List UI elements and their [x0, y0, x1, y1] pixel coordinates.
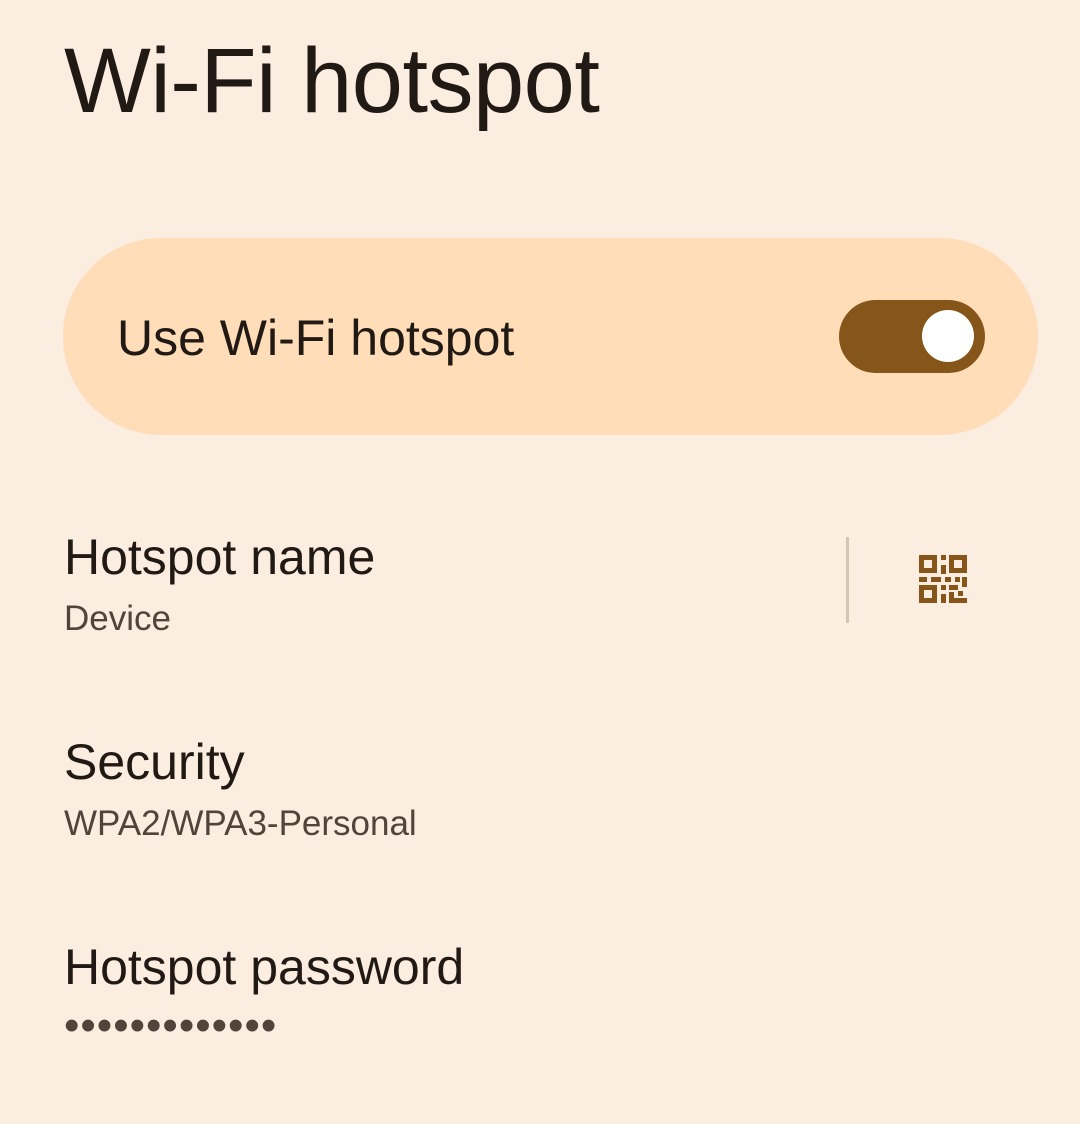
qr-code-icon — [919, 555, 967, 603]
use-hotspot-toggle[interactable] — [839, 300, 985, 373]
share-qr-code-button[interactable] — [893, 530, 993, 630]
hotspot-name-value: Device — [64, 599, 171, 638]
page-title: Wi-Fi hotspot — [64, 30, 600, 132]
use-hotspot-switch-bar[interactable]: Use Wi-Fi hotspot — [63, 238, 1038, 435]
hotspot-password-title: Hotspot password — [64, 939, 465, 995]
use-hotspot-label: Use Wi-Fi hotspot — [117, 310, 515, 366]
security-title: Security — [64, 734, 245, 790]
hotspot-password-preference[interactable]: Hotspot password ••••••••••••• — [0, 920, 1080, 1070]
toggle-thumb — [922, 310, 974, 362]
hotspot-name-title: Hotspot name — [64, 529, 376, 585]
security-value: WPA2/WPA3-Personal — [64, 804, 417, 843]
security-preference[interactable]: Security WPA2/WPA3-Personal — [0, 715, 1080, 865]
hotspot-password-value: ••••••••••••• — [64, 1001, 278, 1050]
vertical-divider — [846, 537, 849, 623]
